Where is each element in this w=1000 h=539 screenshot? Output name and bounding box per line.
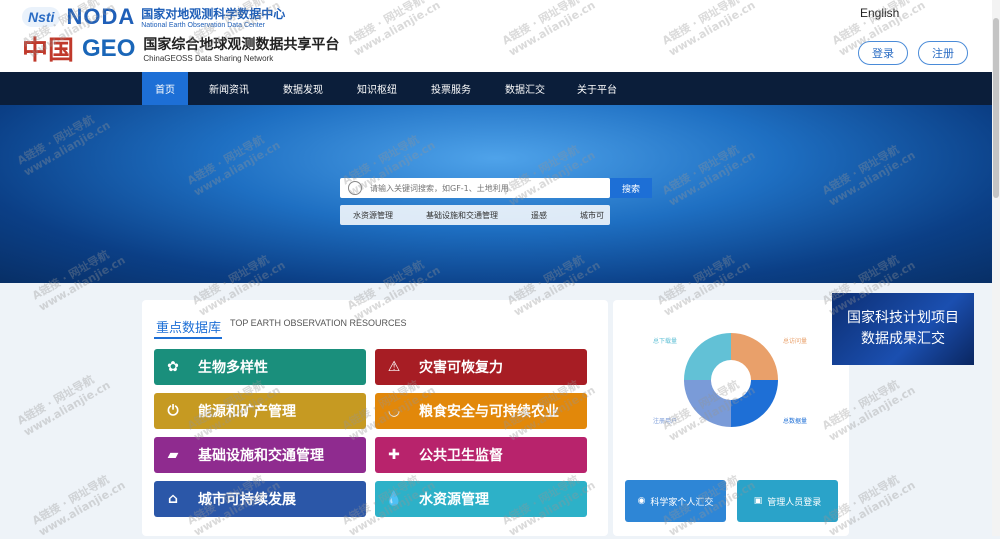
noda-chinese-name: 国家对地观测科学数据中心 xyxy=(141,7,286,21)
hot-search-tags: 水资源管理 基础设施和交通管理 遥感 城市可 xyxy=(340,205,610,225)
biodiversity-icon: ✿ xyxy=(167,359,179,375)
category-label: 能源和矿产管理 xyxy=(198,404,296,420)
scrollbar-thumb[interactable] xyxy=(993,18,999,198)
search-icon xyxy=(348,181,362,195)
platform-title: 国家综合地球观测数据共享平台 xyxy=(143,37,340,53)
watermark-text: A链接 · 网址导航 www.alianjie.cn xyxy=(29,473,128,539)
site-header: Nsti NODA 国家对地观测科学数据中心 National Earth Ob… xyxy=(0,0,1000,72)
section-title-underline xyxy=(154,337,222,339)
search-tag[interactable]: 基础设施和交通管理 xyxy=(426,210,498,221)
noda-logo-text: NODA xyxy=(66,4,136,29)
health-icon: ✚ xyxy=(388,447,400,463)
page-scrollbar[interactable] xyxy=(992,0,1000,536)
banner-line-2: 数据成果汇交 xyxy=(861,331,945,347)
search-box xyxy=(340,178,610,198)
category-infrastructure[interactable]: ▰ 基础设施和交通管理 xyxy=(154,437,366,473)
building-icon: ⌂ xyxy=(167,491,179,507)
project-results-banner[interactable]: 国家科技计划项目 数据成果汇交 xyxy=(832,293,974,365)
category-label: 公共卫生监督 xyxy=(419,448,503,464)
china-logo-text: 中国 xyxy=(22,36,75,66)
nav-item-data-submission[interactable]: 数据汇交 xyxy=(496,72,554,105)
category-label: 粮食安全与可持续农业 xyxy=(419,404,559,420)
nav-item-knowledge-hub[interactable]: 知识枢纽 xyxy=(348,72,406,105)
geo-logo-text: GEO xyxy=(82,34,136,62)
section-subtitle: TOP EARTH OBSERVATION RESOURCES xyxy=(230,318,407,328)
search-tag[interactable]: 城市可 xyxy=(580,210,604,221)
category-energy-minerals[interactable]: ⏻ 能源和矿产管理 xyxy=(154,393,366,429)
search-input[interactable] xyxy=(370,183,590,193)
category-label: 生物多样性 xyxy=(198,360,268,376)
register-button[interactable]: 注册 xyxy=(918,41,968,65)
search-tag[interactable]: 水资源管理 xyxy=(353,210,393,221)
category-disaster-resilience[interactable]: ⚠ 灾害可恢复力 xyxy=(375,349,587,385)
category-label: 城市可持续发展 xyxy=(198,492,296,508)
category-label: 水资源管理 xyxy=(419,492,489,508)
scientist-submission-button[interactable]: ◉ 科学家个人汇交 xyxy=(625,480,726,522)
category-public-health[interactable]: ✚ 公共卫生监督 xyxy=(375,437,587,473)
search-button[interactable]: 搜索 xyxy=(610,178,652,198)
bowl-icon: ◡ xyxy=(388,403,400,419)
pie-label-downloads: 总下载量 xyxy=(653,338,678,345)
category-water-management[interactable]: 💧 水资源管理 xyxy=(375,481,587,517)
language-switch[interactable]: English xyxy=(860,6,899,20)
nav-item-news[interactable]: 新闻资讯 xyxy=(200,72,258,105)
noda-english-name: National Earth Observation Data Center xyxy=(141,22,265,29)
nav-item-voting[interactable]: 投票服务 xyxy=(422,72,480,105)
watermark-text: A链接 · 网址导航 www.alianjie.cn xyxy=(14,373,113,439)
pie-slice-users xyxy=(684,380,731,427)
warning-icon: ⚠ xyxy=(387,359,401,375)
category-label: 灾害可恢复力 xyxy=(419,360,503,376)
statistics-donut-chart xyxy=(684,333,778,427)
login-button[interactable]: 登录 xyxy=(858,41,908,65)
main-nav: 首页 新闻资讯 数据发现 知识枢纽 投票服务 数据汇交 关于平台 xyxy=(0,72,992,105)
pie-slice-downloads xyxy=(684,333,731,380)
pie-label-datasets: 总数据量 xyxy=(783,418,808,425)
search-tag[interactable]: 遥感 xyxy=(531,210,547,221)
noda-logo[interactable]: Nsti NODA 国家对地观测科学数据中心 National Earth Ob… xyxy=(22,4,285,30)
chinageo-logo[interactable]: 中国 GEO 国家综合地球观测数据共享平台 ChinaGEOSS Data Sh… xyxy=(22,30,339,67)
admin-login-button[interactable]: ▣ 管理人员登录 xyxy=(737,480,838,522)
user-icon: ◉ xyxy=(637,496,646,506)
nav-item-data-discovery[interactable]: 数据发现 xyxy=(274,72,332,105)
category-label: 基础设施和交通管理 xyxy=(198,448,324,464)
pie-label-users: 注册用户 xyxy=(653,418,678,425)
banner-line-1: 国家科技计划项目 xyxy=(847,310,959,326)
category-food-security[interactable]: ◡ 粮食安全与可持续农业 xyxy=(375,393,587,429)
category-biodiversity[interactable]: ✿ 生物多样性 xyxy=(154,349,366,385)
nsti-logo: Nsti xyxy=(22,7,61,27)
pie-slice-visits xyxy=(731,333,778,380)
category-urban-sustainability[interactable]: ⌂ 城市可持续发展 xyxy=(154,481,366,517)
admin-icon: ▣ xyxy=(753,496,763,506)
nav-item-about[interactable]: 关于平台 xyxy=(568,72,626,105)
truck-icon: ▰ xyxy=(167,447,179,463)
pie-label-visits: 总访问量 xyxy=(783,338,808,345)
section-title: 重点数据库 xyxy=(156,321,222,336)
platform-subtitle: ChinaGEOSS Data Sharing Network xyxy=(143,54,274,63)
nav-item-home[interactable]: 首页 xyxy=(142,72,188,105)
scientist-button-label: 科学家个人汇交 xyxy=(650,497,714,508)
admin-button-label: 管理人员登录 xyxy=(767,497,822,508)
water-drop-icon: 💧 xyxy=(385,491,403,507)
pie-slice-datasets xyxy=(731,380,778,427)
power-icon: ⏻ xyxy=(167,403,179,419)
